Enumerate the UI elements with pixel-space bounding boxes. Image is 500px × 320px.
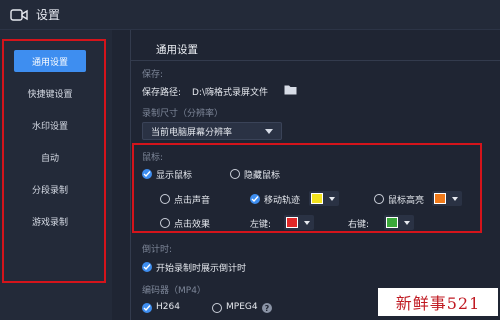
click-effect-radio[interactable]	[160, 218, 170, 228]
click-sound-label: 点击声音	[174, 196, 211, 206]
window-title: 设置	[36, 8, 61, 22]
move-track-color-picker[interactable]	[309, 191, 339, 206]
check-icon	[143, 264, 151, 271]
orange-color-swatch	[434, 193, 446, 204]
cursor-highlight-radio[interactable]	[374, 194, 384, 204]
chevron-down-icon	[452, 197, 458, 201]
site-watermark: 新鲜事521	[378, 288, 498, 316]
h264-label: H264	[156, 302, 180, 312]
sidebar-item-auto[interactable]: 自动	[14, 146, 86, 168]
sidebar-item-general[interactable]: 通用设置	[14, 50, 86, 72]
help-icon[interactable]: ?	[262, 303, 272, 313]
red-color-swatch	[286, 217, 298, 228]
chevron-down-icon	[304, 221, 310, 225]
show-cursor-checkbox[interactable]	[142, 169, 152, 179]
move-track-label: 移动轨迹	[264, 196, 301, 206]
mpeg4-label: MPEG4	[226, 302, 258, 312]
save-path-label: 保存路径:	[142, 88, 182, 98]
sidebar: 通用设置 快捷键设置 水印设置 自动 分段录制 游戏录制	[0, 30, 112, 320]
camera-icon	[10, 8, 28, 21]
settings-window: 设置 通用设置 快捷键设置 水印设置 自动 分段录制 游戏录制 通用设置 保存:…	[0, 0, 500, 320]
right-key-label: 右键:	[348, 220, 370, 230]
chevron-down-icon	[404, 221, 410, 225]
save-group-label: 保存:	[142, 70, 164, 80]
check-icon	[251, 196, 259, 203]
sidebar-item-game-record[interactable]: 游戏录制	[14, 210, 86, 232]
mpeg4-radio[interactable]	[212, 303, 222, 313]
cursor-highlight-color-picker[interactable]	[432, 191, 462, 206]
check-icon	[143, 305, 151, 312]
section-title: 通用设置	[156, 44, 198, 56]
h264-radio[interactable]	[142, 303, 152, 313]
sidebar-item-watermark[interactable]: 水印设置	[14, 114, 86, 136]
save-path-value: D:\嗨格式录屏文件	[192, 88, 268, 98]
check-icon	[143, 171, 151, 178]
title-bar: 设置	[0, 0, 500, 30]
countdown-checkbox[interactable]	[142, 262, 152, 272]
click-sound-radio[interactable]	[160, 194, 170, 204]
sidebar-item-segment-record[interactable]: 分段录制	[14, 178, 86, 200]
mouse-group-label: 鼠标:	[142, 153, 164, 163]
hide-cursor-radio[interactable]	[230, 169, 240, 179]
yellow-color-swatch	[311, 193, 323, 204]
move-track-checkbox[interactable]	[250, 194, 260, 204]
resolution-select[interactable]: 当前电脑屏幕分辨率	[142, 122, 282, 140]
record-size-label: 录制尺寸（分辨率）	[142, 109, 224, 119]
encoder-group-label: 编码器（MP4）	[142, 286, 206, 296]
sidebar-item-shortcuts[interactable]: 快捷键设置	[14, 82, 86, 104]
right-key-color-picker[interactable]	[384, 215, 414, 230]
green-color-swatch	[386, 217, 398, 228]
show-cursor-label: 显示鼠标	[156, 171, 193, 181]
countdown-group-label: 倒计时:	[142, 245, 173, 255]
left-key-label: 左键:	[250, 220, 272, 230]
cursor-highlight-label: 鼠标高亮	[388, 196, 425, 206]
resolution-select-value: 当前电脑屏幕分辨率	[151, 127, 233, 138]
divider	[130, 30, 131, 320]
section-divider	[130, 60, 500, 61]
left-key-color-picker[interactable]	[284, 215, 314, 230]
chevron-down-icon	[265, 129, 273, 134]
chevron-down-icon	[329, 197, 335, 201]
main-panel: 通用设置 保存: 保存路径: D:\嗨格式录屏文件 录制尺寸（分辨率） 当前电脑…	[112, 30, 500, 320]
countdown-label: 开始录制时展示倒计时	[156, 264, 247, 274]
click-effect-label: 点击效果	[174, 220, 211, 230]
folder-icon[interactable]	[284, 84, 297, 95]
hide-cursor-label: 隐藏鼠标	[244, 171, 281, 181]
